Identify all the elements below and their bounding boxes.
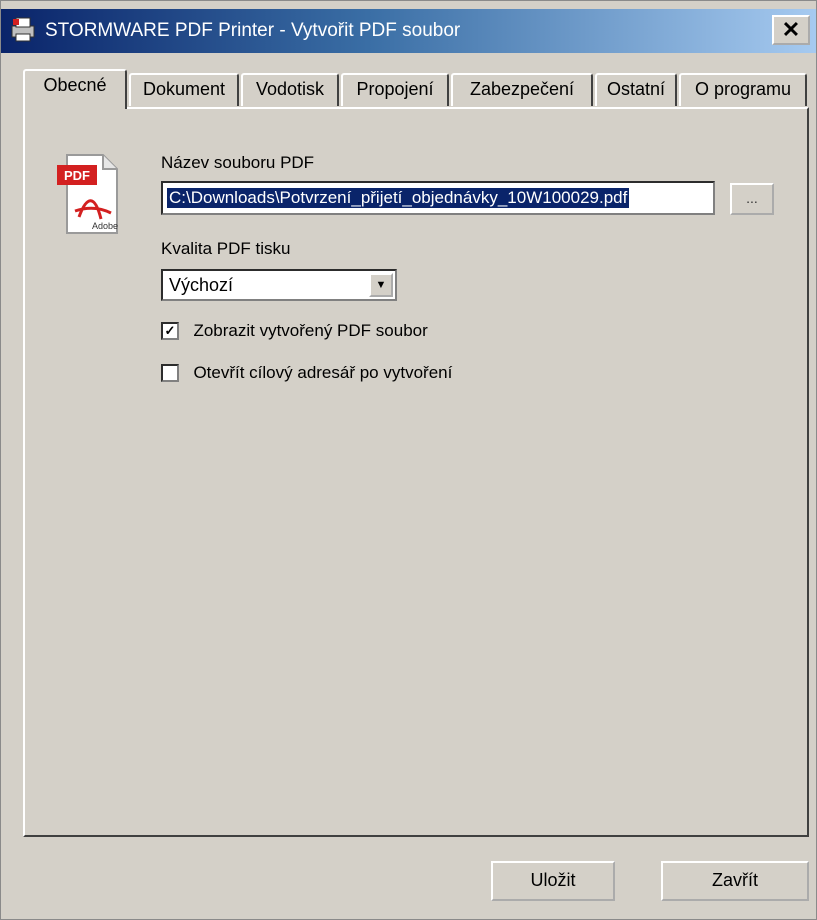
show-pdf-checkbox[interactable]: ✓	[161, 322, 179, 340]
close-button[interactable]: Zavřít	[661, 861, 809, 901]
pdf-badge-text: PDF	[64, 168, 90, 183]
file-name-value: C:\Downloads\Potvrzení_přijetí_objednávk…	[167, 188, 630, 208]
quality-label: Kvalita PDF tisku	[161, 239, 291, 258]
window-title: STORMWARE PDF Printer - Vytvořit PDF sou…	[45, 20, 461, 41]
tab-vodotisk[interactable]: Vodotisk	[241, 73, 339, 106]
tab-o-programu[interactable]: O programu	[679, 73, 807, 106]
dialog-window: STORMWARE PDF Printer - Vytvořit PDF sou…	[0, 0, 817, 920]
tab-obecne[interactable]: Obecné	[23, 69, 127, 109]
general-tab-panel: PDF Adobe Název souboru PDF C:\Downloads…	[23, 107, 809, 837]
open-folder-label: Otevřít cílový adresář po vytvoření	[193, 363, 453, 382]
pdf-file-icon: PDF Adobe	[57, 154, 118, 234]
show-pdf-label: Zobrazit vytvořený PDF soubor	[193, 321, 428, 340]
open-folder-checkbox[interactable]	[161, 364, 179, 382]
close-icon: ✕	[781, 17, 801, 42]
chevron-down-icon[interactable]: ▼	[369, 273, 393, 297]
browse-button[interactable]: ...	[730, 183, 774, 215]
quality-select[interactable]: Výchozí ▼	[161, 269, 397, 301]
close-window-button[interactable]: ✕	[772, 15, 810, 45]
tab-ostatni[interactable]: Ostatní	[595, 73, 677, 106]
save-button[interactable]: Uložit	[491, 861, 615, 901]
tab-propojeni[interactable]: Propojení	[341, 73, 449, 106]
adobe-brand-text: Adobe	[92, 221, 118, 231]
open-folder-option[interactable]: Otevřít cílový adresář po vytvoření	[161, 363, 452, 387]
file-name-input[interactable]: C:\Downloads\Potvrzení_přijetí_objednávk…	[161, 181, 715, 215]
tab-dokument[interactable]: Dokument	[129, 73, 239, 106]
tab-zabezpeceni[interactable]: Zabezpečení	[451, 73, 593, 106]
quality-selected-value: Výchozí	[169, 275, 234, 295]
file-name-label: Název souboru PDF	[161, 153, 315, 172]
show-pdf-option[interactable]: ✓ Zobrazit vytvořený PDF soubor	[161, 321, 428, 345]
printer-app-icon	[11, 17, 35, 42]
title-bar[interactable]: STORMWARE PDF Printer - Vytvořit PDF sou…	[1, 9, 816, 53]
